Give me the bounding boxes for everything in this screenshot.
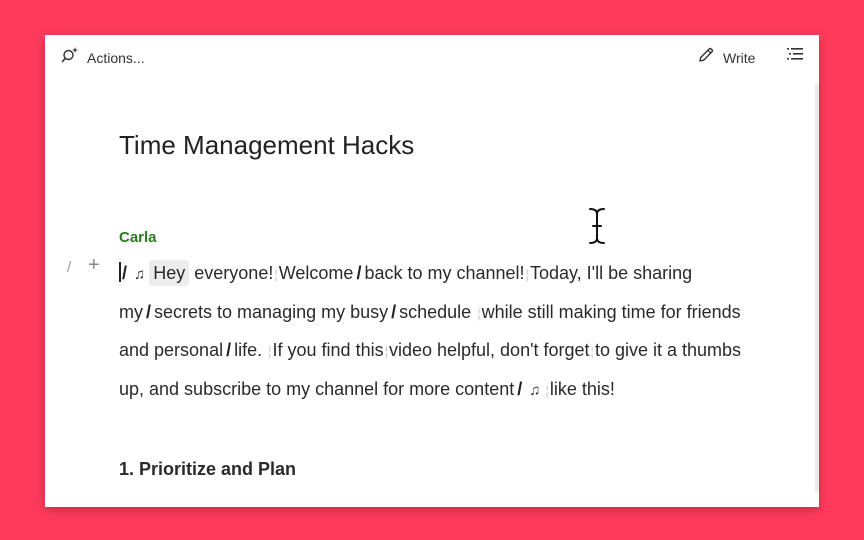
list-outline-icon [787,48,803,65]
transcript-paragraph[interactable]: / ♫ Hey everyone!¦Welcome / back to my chann… [119,255,759,409]
transcript-text[interactable]: video helpful, don't forget [389,340,590,360]
gutter-slash: / [67,259,72,276]
transcript-text[interactable]: If you find this [273,340,384,360]
word-boundary-marker: ¦ [274,267,278,282]
word-boundary-marker: ¦ [384,344,388,359]
music-note-icon[interactable]: ♫ [529,382,540,399]
toolbar: Actions... Write [45,35,819,75]
pause-marker[interactable]: / [146,302,151,322]
transcript-text[interactable]: life. [234,340,267,360]
text-cursor-icon [586,206,608,251]
transcript-text[interactable]: schedule [399,302,476,322]
ai-sparkle-search-icon [61,46,79,69]
outline-button[interactable] [787,47,803,66]
scrollbar[interactable] [815,83,819,493]
write-label: Write [723,49,756,66]
pencil-icon [697,46,715,69]
editor-window: Actions... Write Time Management Hacks C… [45,35,819,507]
speaker-label[interactable]: Carla [119,229,157,246]
pause-marker[interactable]: / [517,379,522,399]
write-button[interactable]: Write [697,46,755,69]
pause-marker[interactable]: / [391,302,396,322]
pause-marker[interactable]: / [122,263,127,283]
caret [119,262,121,282]
pause-marker[interactable]: / [356,263,361,283]
document-title[interactable]: Time Management Hacks [119,130,414,161]
section-heading[interactable]: 1. Prioritize and Plan [119,459,296,480]
transcript-text[interactable]: like this! [550,379,615,399]
transcript-text[interactable]: Welcome [279,263,354,283]
word-boundary-marker: ¦ [590,344,594,359]
actions-button[interactable]: Actions... [61,46,145,69]
transcript-text[interactable]: secrets to managing my busy [154,302,388,322]
word-boundary-marker: ¦ [525,267,529,282]
add-block-button[interactable]: + [88,254,100,277]
pause-marker[interactable]: / [226,340,231,360]
transcript-text[interactable]: everyone! [189,263,273,283]
word-boundary-marker: ¦ [477,305,481,321]
actions-label: Actions... [87,49,145,66]
highlighted-word[interactable]: Hey [149,260,190,286]
transcript-text[interactable]: back to my channel! [364,263,524,283]
word-boundary-marker: ¦ [268,344,272,359]
word-boundary-marker: ¦ [545,382,549,398]
music-note-icon[interactable]: ♫ [134,266,145,283]
